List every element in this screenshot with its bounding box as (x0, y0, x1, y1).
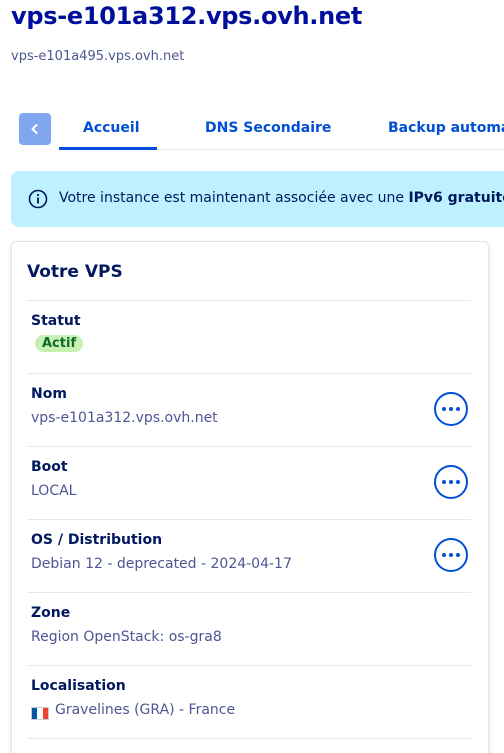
banner-text-prefix: Votre instance est maintenant associée a… (59, 190, 409, 206)
page-title: vps-e101a312.vps.ovh.net (11, 2, 363, 30)
localisation-label: Localisation (31, 678, 126, 694)
nom-value: vps-e101a312.vps.ovh.net (31, 410, 218, 426)
vps-dashboard-page: vps-e101a312.vps.ovh.net vps-e101a495.vp… (0, 0, 504, 753)
boot-value: LOCAL (31, 483, 77, 499)
localisation-value: Gravelines (GRA) - France (55, 702, 236, 718)
divider (27, 738, 471, 739)
more-dots-icon (449, 553, 453, 557)
more-dots-icon (442, 480, 446, 484)
more-dots-icon (449, 480, 453, 484)
divider (27, 446, 471, 447)
os-actions-button[interactable] (434, 538, 468, 572)
tab-backup-automatique[interactable]: Backup automati (388, 120, 504, 136)
card-title: Votre VPS (27, 262, 123, 282)
divider (27, 519, 471, 520)
status-badge: Actif (35, 335, 84, 352)
chevron-left-icon (31, 124, 38, 134)
info-banner-text: Votre instance est maintenant associée a… (59, 190, 504, 206)
tab-dns-secondaire[interactable]: DNS Secondaire (205, 120, 331, 136)
os-label: OS / Distribution (31, 532, 163, 548)
nom-actions-button[interactable] (434, 392, 468, 426)
statut-label: Statut (31, 313, 81, 329)
divider (27, 665, 471, 666)
banner-text-bold: IPv6 gratuite (408, 190, 504, 206)
tabs-scroll-left-button[interactable] (19, 113, 51, 145)
divider (27, 373, 471, 374)
vps-info-card (11, 241, 489, 753)
divider (27, 300, 471, 301)
tab-accueil[interactable]: Accueil (83, 120, 140, 136)
zone-value: Region OpenStack: os-gra8 (31, 629, 222, 645)
nom-label: Nom (31, 386, 67, 402)
boot-label: Boot (31, 459, 68, 475)
more-dots-icon (442, 407, 446, 411)
os-value: Debian 12 - deprecated - 2024-04-17 (31, 556, 292, 572)
more-dots-icon (456, 480, 460, 484)
page-subtitle: vps-e101a495.vps.ovh.net (11, 49, 185, 64)
info-icon (28, 189, 48, 209)
divider (27, 592, 471, 593)
more-dots-icon (456, 407, 460, 411)
boot-actions-button[interactable] (434, 465, 468, 499)
tab-active-indicator (59, 147, 157, 150)
zone-label: Zone (31, 605, 71, 621)
more-dots-icon (449, 407, 453, 411)
france-flag-icon (31, 707, 49, 720)
more-dots-icon (442, 553, 446, 557)
more-dots-icon (456, 553, 460, 557)
